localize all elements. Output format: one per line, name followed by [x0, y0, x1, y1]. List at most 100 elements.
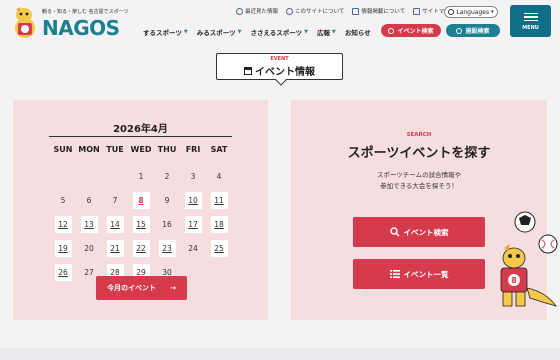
event-search-button[interactable]: イベント検索	[353, 217, 485, 247]
calendar-day-number: 23	[158, 239, 176, 257]
calendar-day-number: 20	[84, 243, 94, 253]
calendar-day: 4	[206, 164, 232, 188]
logo-tagline: 観る・知る・楽しむ 名古屋でスポーツ	[42, 9, 129, 15]
nav-item-do-sports[interactable]: するスポーツ ▼	[143, 27, 188, 37]
header-event-search-label: イベント検索	[397, 28, 434, 35]
header-event-search-button[interactable]: イベント検索	[381, 24, 441, 37]
search-description-line: 参加できる大会を探そう！	[380, 182, 458, 190]
utility-links: 最近見た情報 このサイトについて 情報掲載について サイトマップ	[236, 7, 455, 15]
section-title-text: イベント情報	[255, 67, 315, 78]
calendar-day-number: 11	[210, 191, 228, 209]
menu-button-label: MENU	[522, 25, 539, 32]
site-logo[interactable]: 観る・知る・楽しむ 名古屋でスポーツ NAGOS	[10, 6, 129, 40]
calendar-day[interactable]: 13	[76, 212, 102, 236]
calendar-day: 5	[50, 188, 76, 212]
calendar-day[interactable]: 21	[102, 236, 128, 260]
weekday-header: FRI	[185, 145, 201, 154]
section-eyebrow: EVENT	[270, 56, 289, 62]
nav-item-label: みるスポーツ	[196, 29, 236, 37]
about-link[interactable]: このサイトについて	[286, 7, 344, 15]
nav-item-support-sports[interactable]: ささえるスポーツ ▼	[250, 27, 308, 37]
calendar-day-number: 16	[162, 219, 172, 229]
globe-icon	[448, 9, 455, 15]
calendar-day-number: 5	[60, 195, 66, 205]
recent-link-label: 最近見た情報	[245, 9, 279, 15]
svg-text:8: 8	[511, 276, 517, 285]
logo-wordmark: NAGOS	[42, 16, 120, 40]
calendar-day[interactable]: 15	[128, 212, 154, 236]
calendar-empty-cell	[206, 260, 232, 284]
calendar-day[interactable]: 12	[50, 212, 76, 236]
weekday-header: WED	[130, 145, 152, 154]
calendar-day[interactable]: 22	[128, 236, 154, 260]
calendar-day: 7	[102, 188, 128, 212]
chevron-down-icon: ▼	[304, 29, 309, 35]
this-month-events-label: 今月のイベント	[107, 284, 157, 292]
calendar-empty-cell	[50, 164, 76, 188]
event-list-button[interactable]: イベント一覧	[353, 259, 485, 289]
calendar-day-number	[211, 264, 228, 281]
calendar-day-number: 12	[54, 215, 72, 233]
calendar-month: 2026年4月	[113, 124, 168, 135]
calendar-day[interactable]: 8	[128, 188, 154, 212]
nav-item-news[interactable]: お知らせ	[345, 27, 371, 37]
search-icon	[388, 27, 395, 34]
search-description-line: スポーツチームの試合情報や	[376, 171, 462, 179]
calendar-day-number: 21	[106, 239, 124, 257]
sitemap-icon	[413, 7, 421, 15]
calendar-day-number: 8	[132, 191, 150, 209]
calendar-divider	[49, 136, 232, 137]
posting-link[interactable]: 情報掲載について	[352, 7, 405, 15]
hamburger-icon	[523, 11, 538, 24]
recent-link[interactable]: 最近見た情報	[236, 7, 278, 15]
mascot-illustration: 8	[500, 211, 558, 307]
nav-item-watch-sports[interactable]: みるスポーツ ▼	[197, 27, 242, 37]
calendar-icon	[244, 66, 252, 75]
calendar-day: 24	[180, 236, 206, 260]
calendar-day[interactable]: 17	[180, 212, 206, 236]
header-facility-search-button[interactable]: 施設検索	[446, 24, 500, 37]
calendar-day[interactable]: 25	[206, 236, 232, 260]
calendar-day[interactable]: 11	[206, 188, 232, 212]
calendar-day: 3	[180, 164, 206, 188]
calendar-day-number	[81, 168, 98, 185]
calendar-day: 9	[154, 188, 180, 212]
calendar-day-number	[107, 168, 124, 185]
nav-item-label: お知らせ	[344, 29, 371, 37]
search-icon	[456, 27, 463, 34]
calendar-day: 1	[128, 164, 154, 188]
chevron-down-icon: ▼	[183, 29, 188, 35]
list-icon	[389, 270, 400, 278]
nav-item-label: するスポーツ	[143, 29, 182, 37]
footer-band	[0, 348, 560, 360]
calendar-day-number: 3	[190, 171, 196, 181]
calendar-day-number: 27	[84, 267, 94, 277]
calendar-day[interactable]: 23	[154, 236, 180, 260]
calendar-panel: 2026年4月 SUN MON TUE WED THU FRI SAT 1 2 3 4 5 6 7 8 9 10…	[13, 100, 268, 320]
calendar-day[interactable]: 19	[50, 236, 76, 260]
calendar-day[interactable]: 14	[102, 212, 128, 236]
event-search-label: イベント検索	[403, 227, 449, 237]
calendar-day: 2	[154, 164, 180, 188]
calendar-day-number: 25	[210, 239, 228, 257]
calendar-day[interactable]: 10	[180, 188, 206, 212]
calendar-day[interactable]: 18	[206, 212, 232, 236]
weekday-header: SAT	[210, 145, 228, 154]
calendar-day-number: 19	[54, 239, 72, 257]
calendar-day-number: 22	[132, 239, 150, 257]
chevron-down-icon: ▾	[491, 9, 494, 15]
menu-button[interactable]: MENU	[510, 5, 551, 37]
chevron-down-icon: ▼	[332, 29, 336, 35]
calendar-day-number	[185, 264, 202, 281]
calendar-day[interactable]: 26	[50, 260, 76, 284]
search-description: スポーツチームの試合情報や 参加できる大会を探そう！	[291, 170, 547, 192]
calendar-day-number: 10	[184, 191, 202, 209]
nav-item-pr[interactable]: 広報 ▼	[317, 27, 336, 37]
weekday-header: MON	[78, 145, 100, 154]
calendar-day-number: 1	[138, 171, 144, 181]
language-selector[interactable]: Languages ▾	[444, 6, 498, 18]
calendar-day-number: 14	[106, 215, 124, 233]
section-heading: EVENT イベント情報	[216, 53, 343, 80]
mascot-logo-icon	[15, 7, 35, 38]
this-month-events-button[interactable]: 今月のイベント →	[96, 276, 187, 300]
